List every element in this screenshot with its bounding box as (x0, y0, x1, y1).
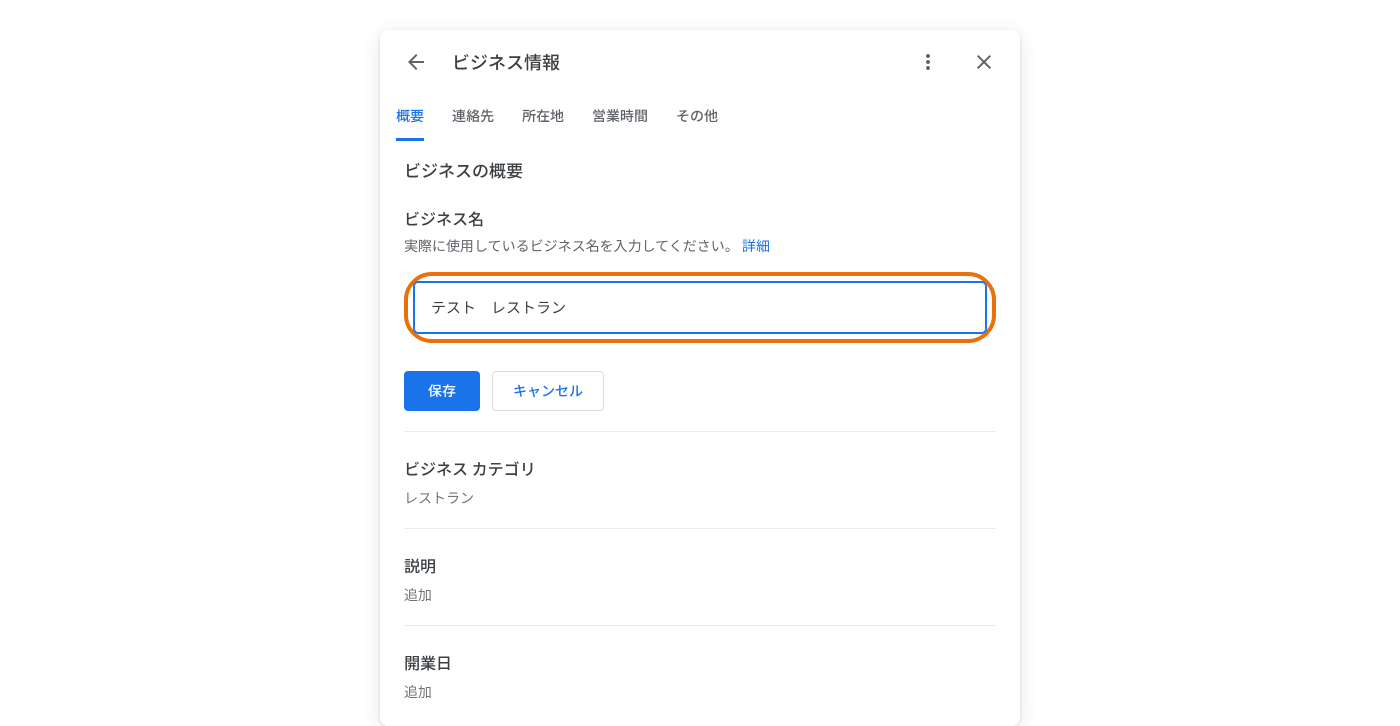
divider (404, 528, 996, 529)
arrow-back-icon (404, 50, 428, 74)
business-info-dialog: ビジネス情報 概要 連絡先 所在地 営業時間 その他 ビジネスの概要 ビジネス名… (380, 30, 1020, 726)
business-name-hint: 実際に使用しているビジネス名を入力してください。 詳細 (404, 236, 996, 256)
hint-text: 実際に使用しているビジネス名を入力してください。 (404, 236, 739, 256)
close-button[interactable] (964, 42, 1004, 82)
save-button[interactable]: 保存 (404, 371, 480, 411)
button-row: 保存 キャンセル (404, 371, 996, 411)
more-button[interactable] (908, 42, 948, 82)
opening-date-block[interactable]: 開業日 追加 (404, 646, 996, 702)
back-button[interactable] (396, 42, 436, 82)
category-label: ビジネス カテゴリ (404, 456, 996, 480)
divider (404, 625, 996, 626)
details-link[interactable]: 詳細 (742, 236, 770, 256)
business-name-input[interactable] (414, 282, 986, 333)
dialog-title: ビジネス情報 (452, 49, 892, 75)
tab-bar: 概要 連絡先 所在地 営業時間 その他 (380, 94, 1020, 141)
opening-date-value: 追加 (404, 682, 996, 702)
description-label: 説明 (404, 553, 996, 577)
cancel-button[interactable]: キャンセル (492, 371, 604, 411)
highlight-annotation (404, 272, 996, 343)
tab-other[interactable]: その他 (676, 94, 718, 141)
tab-location[interactable]: 所在地 (522, 94, 564, 141)
more-vert-icon (916, 50, 940, 74)
section-heading: ビジネスの概要 (404, 157, 996, 182)
description-value: 追加 (404, 585, 996, 605)
category-value: レストラン (404, 488, 996, 508)
tab-contact[interactable]: 連絡先 (452, 94, 494, 141)
dialog-header: ビジネス情報 (380, 30, 1020, 94)
close-icon (972, 50, 996, 74)
category-block[interactable]: ビジネス カテゴリ レストラン (404, 452, 996, 508)
divider (404, 431, 996, 432)
tab-overview[interactable]: 概要 (396, 94, 424, 141)
business-name-label: ビジネス名 (404, 206, 996, 230)
dialog-content: ビジネスの概要 ビジネス名 実際に使用しているビジネス名を入力してください。 詳… (380, 141, 1020, 726)
description-block[interactable]: 説明 追加 (404, 549, 996, 605)
tab-hours[interactable]: 営業時間 (592, 94, 648, 141)
opening-date-label: 開業日 (404, 650, 996, 674)
